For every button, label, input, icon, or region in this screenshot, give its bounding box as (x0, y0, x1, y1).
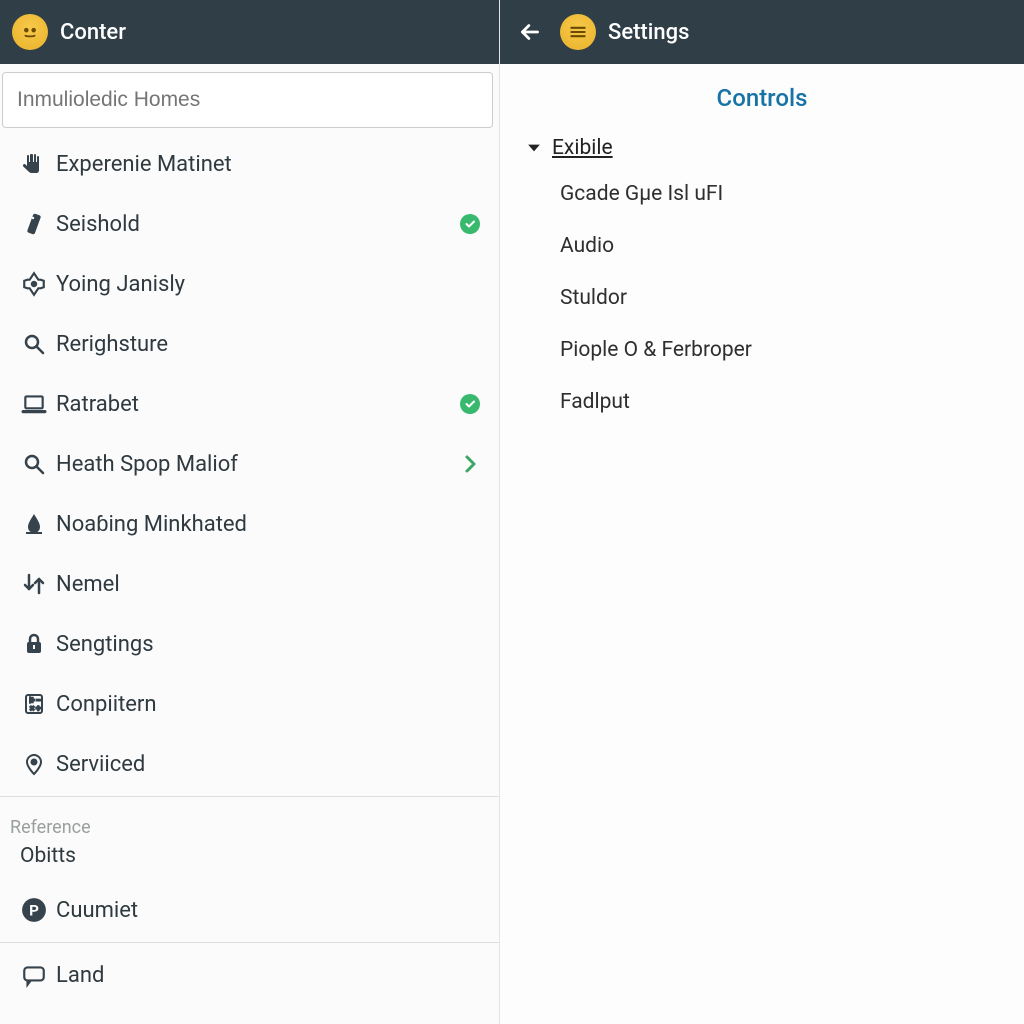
list-item[interactable]: Rerighsture (0, 314, 499, 374)
svg-text:÷: ÷ (36, 704, 41, 713)
calc-icon: +−×÷ (14, 692, 54, 716)
remote-icon (14, 212, 54, 236)
list-item[interactable]: +−×÷Conpiitern (0, 674, 499, 734)
list-item[interactable]: Heath Spop Maliof (0, 434, 499, 494)
list-item-trail (455, 394, 485, 414)
section-header: Reference (0, 799, 499, 844)
list-item-label: Experenie Matinet (54, 152, 455, 177)
svg-text:P: P (29, 901, 39, 919)
search-icon (14, 452, 54, 476)
settings-option[interactable]: Gcade Gµe Isl uFI (524, 168, 1000, 220)
list-item-label: Serviiced (54, 752, 455, 777)
back-button[interactable] (512, 14, 548, 50)
svg-text:×: × (30, 704, 34, 713)
drop-icon (14, 512, 54, 536)
list-item-label: Cuumiet (54, 898, 455, 923)
group-options: Gcade Gµe Isl uFIAudioStuldorPiople O & … (524, 168, 1000, 428)
search-input[interactable] (2, 72, 493, 128)
list-item-label: Seishold (54, 212, 455, 237)
left-list: Experenie Matinet Seishold Yoing Janisly Re… (0, 134, 499, 1024)
list-item[interactable]: Nemel (0, 554, 499, 614)
list-item-label: Nemel (54, 572, 455, 597)
settings-option[interactable]: Piople O & Ferbroper (524, 324, 1000, 376)
tag-icon (14, 271, 54, 297)
list-item[interactable]: Sengtings (0, 614, 499, 674)
settings-option[interactable]: Fadlput (524, 376, 1000, 428)
lock-icon (14, 632, 54, 656)
laptop-icon (14, 391, 54, 417)
list-item[interactable]: Serviiced (0, 734, 499, 794)
swap-icon (14, 572, 54, 596)
chevron-right-icon (458, 452, 482, 476)
list-item[interactable]: P Cuumiet (0, 880, 499, 940)
settings-option[interactable]: Audio (524, 220, 1000, 272)
list-item-label: Conpiitern (54, 692, 455, 717)
app-logo-icon (12, 14, 48, 50)
list-item-label: Land (54, 963, 455, 988)
divider (0, 796, 499, 797)
right-pane: Settings Controls Exibile Gcade Gµe Isl … (500, 0, 1024, 1024)
list-item[interactable]: Seishold (0, 194, 499, 254)
pin-icon (14, 752, 54, 776)
right-topbar: Settings (500, 0, 1024, 64)
list-item-label: Rerighsture (54, 332, 455, 357)
hand-icon (14, 152, 54, 176)
caret-down-icon (524, 138, 544, 158)
search-icon (14, 332, 54, 356)
section-subline: Obitts (0, 844, 499, 880)
check-icon (460, 214, 480, 234)
list-item-label: Noaɓing Minkhated (54, 511, 455, 537)
settings-group: Exibile Gcade Gµe Isl uFIAudioStuldorPio… (500, 122, 1024, 434)
list-item-label: Sengtings (54, 632, 455, 657)
list-item-label: Yoing Janisly (54, 272, 455, 297)
search-container (2, 72, 493, 128)
list-item[interactable]: Ratrabet (0, 374, 499, 434)
list-item[interactable]: Experenie Matinet (0, 134, 499, 194)
list-item-trail (455, 214, 485, 234)
list-item[interactable]: Land (0, 945, 499, 1005)
list-item-label: Ratrabet (54, 392, 455, 417)
settings-option[interactable]: Stuldor (524, 272, 1000, 324)
left-title: Conter (60, 20, 126, 45)
list-item-label: Heath Spop Maliof (54, 452, 455, 477)
list-item[interactable]: Yoing Janisly (0, 254, 499, 314)
left-topbar: Conter (0, 0, 499, 64)
divider (0, 942, 499, 943)
check-icon (460, 394, 480, 414)
chat-icon (14, 962, 54, 988)
right-title: Settings (608, 20, 689, 45)
list-item[interactable]: Noaɓing Minkhated (0, 494, 499, 554)
settings-logo-icon (560, 14, 596, 50)
group-title: Exibile (552, 136, 613, 160)
list-item-trail (455, 452, 485, 476)
group-toggle[interactable]: Exibile (524, 128, 1000, 168)
pcircle-icon: P (14, 897, 54, 923)
detail-header: Controls (500, 64, 1024, 122)
left-pane: Conter Experenie Matinet Seishold Yoing Ja… (0, 0, 500, 1024)
